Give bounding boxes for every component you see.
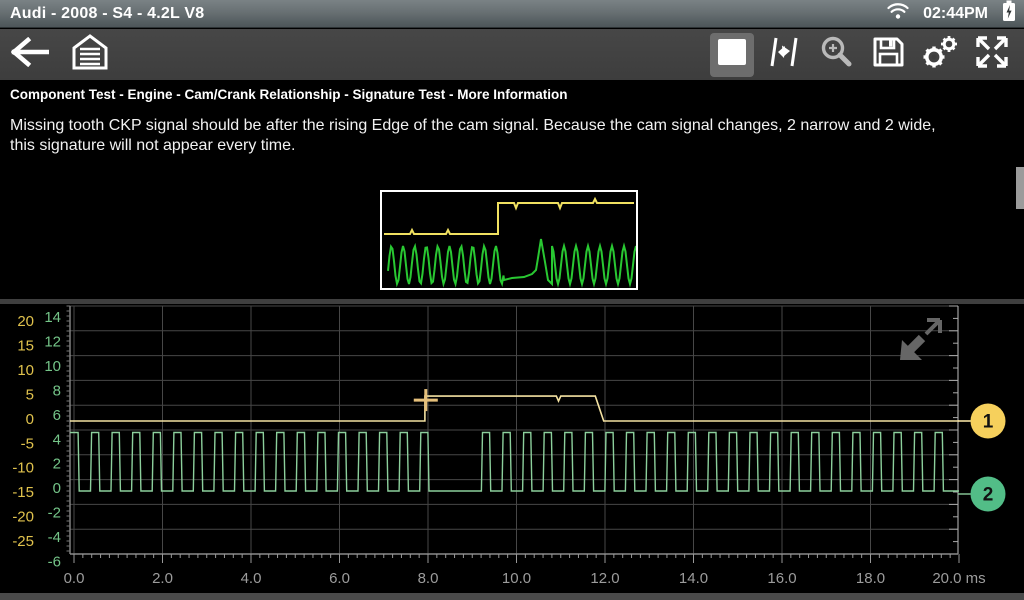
collapse-arrows-icon	[974, 34, 1010, 75]
scope-chart: 0.0 2.0 4.0 6.0 8.0 10.0 12.0 14.0 16.0 18.0 20.0 …	[0, 304, 1024, 600]
x-tick-label: 16.0	[767, 570, 796, 587]
battery-charging-icon	[1002, 0, 1016, 27]
ch1-tick-label: 15	[17, 337, 34, 354]
ch1-tick-label: 5	[26, 386, 34, 403]
ch2-tick-label: 4	[53, 431, 61, 448]
zoom-button[interactable]	[814, 33, 858, 77]
toolbar	[0, 29, 1024, 80]
ch2-tick-label: 8	[53, 382, 61, 399]
settings-button[interactable]	[918, 33, 962, 77]
ch1-tick-label: -15	[12, 484, 34, 501]
status-bar: Audi - 2008 - S4 - 4.2L V8 02:44PM	[0, 0, 1024, 28]
ch2-tick-label: -2	[48, 505, 61, 522]
home-garage-icon	[71, 34, 109, 75]
ch2-tick-label: 12	[44, 333, 61, 350]
right-axis-ticks	[949, 306, 958, 542]
ch2-tick-label: 2	[53, 456, 61, 473]
channel-1-number: 1	[983, 412, 994, 433]
app-screen: Audi - 2008 - S4 - 4.2L V8 02:44PM	[0, 0, 1024, 600]
ch2-tick-label: 10	[44, 358, 61, 375]
breadcrumb: Component Test - Engine - Cam/Crank Rela…	[10, 87, 568, 102]
clock-time: 02:44PM	[923, 5, 988, 23]
x-tick-label: 18.0	[856, 570, 885, 587]
expand-chart-icon[interactable]	[900, 320, 940, 360]
bottom-bezel	[0, 593, 1024, 600]
back-button[interactable]	[8, 33, 52, 77]
cursors-button[interactable]	[762, 33, 806, 77]
reference-waveform-image	[380, 190, 638, 290]
thumb-crank-trace	[388, 239, 636, 284]
ch2-tick-label: 6	[53, 407, 61, 424]
x-tick-label: 10.0	[502, 570, 531, 587]
grid-lines	[70, 306, 958, 554]
thumb-cam-trace	[384, 199, 634, 234]
channel-2-badge[interactable]: 2	[971, 477, 1006, 512]
ch1-tick-label: -5	[21, 435, 34, 452]
channel-1-badge[interactable]: 1	[971, 404, 1006, 439]
ch1-tick-label: -25	[12, 533, 34, 550]
cam-signal-trace	[70, 396, 959, 421]
display-mode-button[interactable]	[710, 33, 754, 77]
ch2-tick-label: 0	[53, 480, 61, 497]
magnifier-plus-icon	[819, 35, 853, 74]
back-arrow-icon	[11, 37, 49, 72]
ch2-tick-label: -4	[48, 529, 61, 546]
ch1-tick-label: 0	[26, 411, 34, 428]
save-floppy-icon	[871, 35, 905, 74]
x-tick-label: 6.0	[329, 570, 350, 587]
ch1-tick-label: -10	[12, 460, 34, 477]
wifi-icon	[887, 2, 909, 25]
vehicle-title: Audi - 2008 - S4 - 4.2L V8	[0, 5, 204, 23]
x-tick-label: 4.0	[241, 570, 262, 587]
crank-signal-trace	[70, 433, 959, 492]
home-button[interactable]	[68, 33, 112, 77]
ch2-tick-label: 14	[44, 309, 61, 326]
trigger-marker[interactable]	[414, 389, 438, 411]
x-axis-ticks	[74, 554, 959, 563]
gears-icon	[921, 34, 959, 75]
test-description: Missing tooth CKP signal should be after…	[10, 116, 1018, 156]
x-tick-label: 8.0	[418, 570, 439, 587]
ch1-tick-label: -20	[12, 509, 34, 526]
x-tick-label: 0.0	[64, 570, 85, 587]
x-tick-label: 12.0	[590, 570, 619, 587]
x-tick-label: 14.0	[679, 570, 708, 587]
scrollbar-thumb[interactable]	[1016, 167, 1024, 209]
ch2-tick-label: -6	[48, 554, 61, 571]
x-tick-label: 2.0	[152, 570, 173, 587]
channel-2-number: 2	[983, 485, 994, 506]
white-square-icon	[716, 37, 748, 72]
save-button[interactable]	[866, 33, 910, 77]
x-tick-label: 20.0 ms	[932, 570, 985, 587]
ch1-tick-label: 20	[17, 313, 34, 330]
cursors-icon	[767, 35, 801, 74]
ch1-tick-label: 10	[17, 362, 34, 379]
collapse-view-button[interactable]	[970, 33, 1014, 77]
